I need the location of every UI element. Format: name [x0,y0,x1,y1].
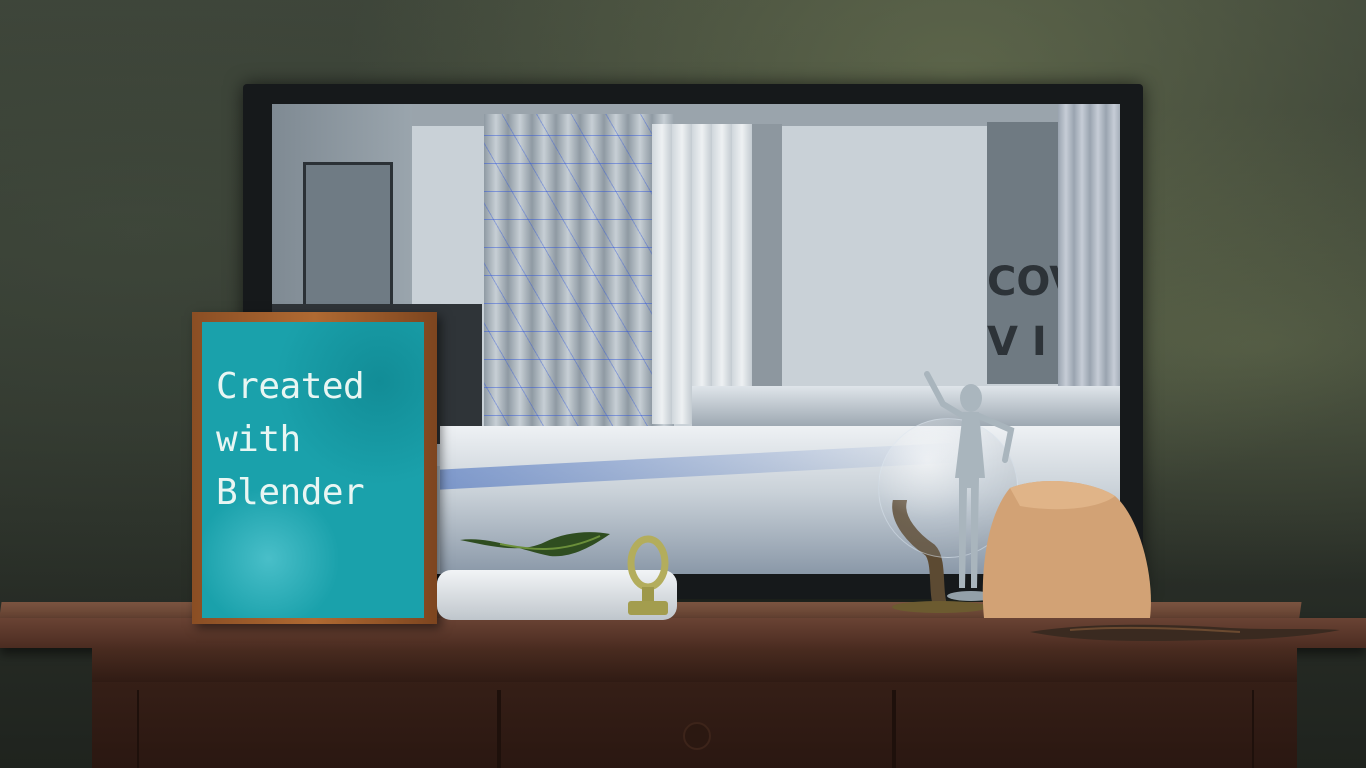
ring-trophy [627,535,669,615]
dresser-drawer [137,690,501,768]
knit-cushion [982,481,1151,618]
dresser-drawer [892,690,1254,768]
door-opening [752,124,782,394]
scene: COV V I Created with Blender [0,0,1366,768]
frame-caption: Created with Blender [216,366,365,513]
curtain-right [1058,104,1120,404]
charred-stick [1030,624,1340,642]
dresser-top [92,648,1297,682]
drawer-knob [683,722,711,750]
curtain-white [652,124,757,424]
leaf-ornament [460,532,610,557]
room-mirror [303,162,393,313]
curtain-wireframe-grid [484,114,674,444]
